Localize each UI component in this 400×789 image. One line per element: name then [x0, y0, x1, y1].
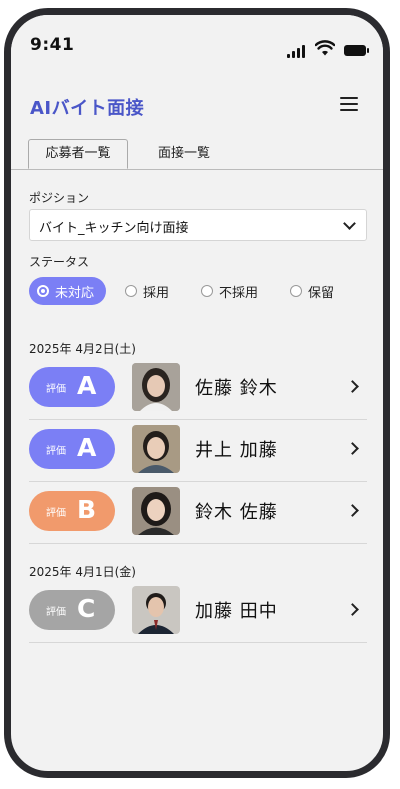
tab-applicant-list[interactable]: 応募者一覧	[28, 139, 128, 169]
date-header: 2025年 4月1日(金)	[29, 565, 136, 579]
chevron-right-icon	[346, 442, 359, 455]
app-title: AIバイト面接	[30, 98, 145, 119]
grade-letter: B	[77, 495, 97, 524]
avatar	[132, 586, 180, 634]
battery-icon	[344, 45, 369, 56]
status-radio-pending[interactable]: 未対応	[29, 277, 107, 305]
badge-label: 評価	[46, 384, 66, 395]
status-radio-on-hold[interactable]: 保留	[290, 277, 334, 305]
status-radio-group: 未対応 採用 不採用 保留	[29, 277, 373, 305]
status-bar: 9:41	[11, 15, 383, 81]
applicant-name: 佐藤 鈴木	[195, 378, 278, 399]
position-select[interactable]: バイト_キッチン向け面接	[29, 209, 367, 241]
avatar	[132, 425, 180, 473]
applicant-name: 鈴木 佐藤	[195, 502, 278, 523]
applicant-name: 井上 加藤	[195, 440, 278, 461]
grade-letter: A	[77, 371, 97, 400]
chevron-down-icon	[343, 217, 356, 230]
app-header: AIバイト面接	[11, 81, 383, 139]
applicant-row[interactable]: 評価 A 井上 加藤	[29, 419, 367, 482]
radio-selected-icon	[37, 285, 49, 297]
status-time: 9:41	[30, 35, 75, 55]
avatar	[132, 487, 180, 535]
grade-badge: 評価 A	[29, 429, 115, 469]
grade-letter: C	[77, 594, 96, 623]
tab-bar: 応募者一覧 面接一覧	[11, 139, 383, 170]
avatar	[132, 363, 180, 411]
hamburger-menu-icon[interactable]	[340, 96, 358, 112]
radio-icon	[125, 285, 137, 297]
applicant-row[interactable]: 評価 A 佐藤 鈴木	[29, 357, 367, 420]
status-option-label: 採用	[143, 285, 170, 301]
status-radio-rejected[interactable]: 不採用	[201, 277, 258, 305]
applicant-name: 加藤 田中	[195, 601, 278, 622]
status-label: ステータス	[29, 255, 90, 269]
applicant-row[interactable]: 評価 C 加藤 田中	[29, 580, 367, 643]
wifi-icon	[315, 40, 335, 56]
badge-label: 評価	[46, 446, 66, 457]
status-option-label: 不採用	[219, 285, 259, 301]
app-screen: 9:41 AIバイト面接 応募者一覧 面接一覧 ポジション バイト_キッチン向け…	[11, 15, 383, 771]
position-label: ポジション	[29, 191, 90, 205]
chevron-right-icon	[346, 504, 359, 517]
applicant-row[interactable]: 評価 B 鈴木 佐藤	[29, 481, 367, 544]
status-radio-hired[interactable]: 採用	[125, 277, 169, 305]
grade-badge: 評価 C	[29, 590, 115, 630]
position-select-value: バイト_キッチン向け面接	[39, 221, 189, 236]
date-header: 2025年 4月2日(土)	[29, 342, 136, 356]
chevron-right-icon	[346, 380, 359, 393]
grade-badge: 評価 B	[29, 491, 115, 531]
badge-label: 評価	[46, 508, 66, 519]
status-option-label: 保留	[308, 285, 335, 301]
status-option-label: 未対応	[55, 285, 95, 301]
grade-letter: A	[77, 433, 97, 462]
cellular-signal-icon	[287, 45, 307, 58]
radio-icon	[201, 285, 213, 297]
radio-icon	[290, 285, 302, 297]
tab-interview-list[interactable]: 面接一覧	[134, 139, 234, 169]
phone-frame: 9:41 AIバイト面接 応募者一覧 面接一覧 ポジション バイト_キッチン向け…	[4, 8, 390, 778]
badge-label: 評価	[46, 607, 66, 618]
grade-badge: 評価 A	[29, 367, 115, 407]
chevron-right-icon	[346, 603, 359, 616]
